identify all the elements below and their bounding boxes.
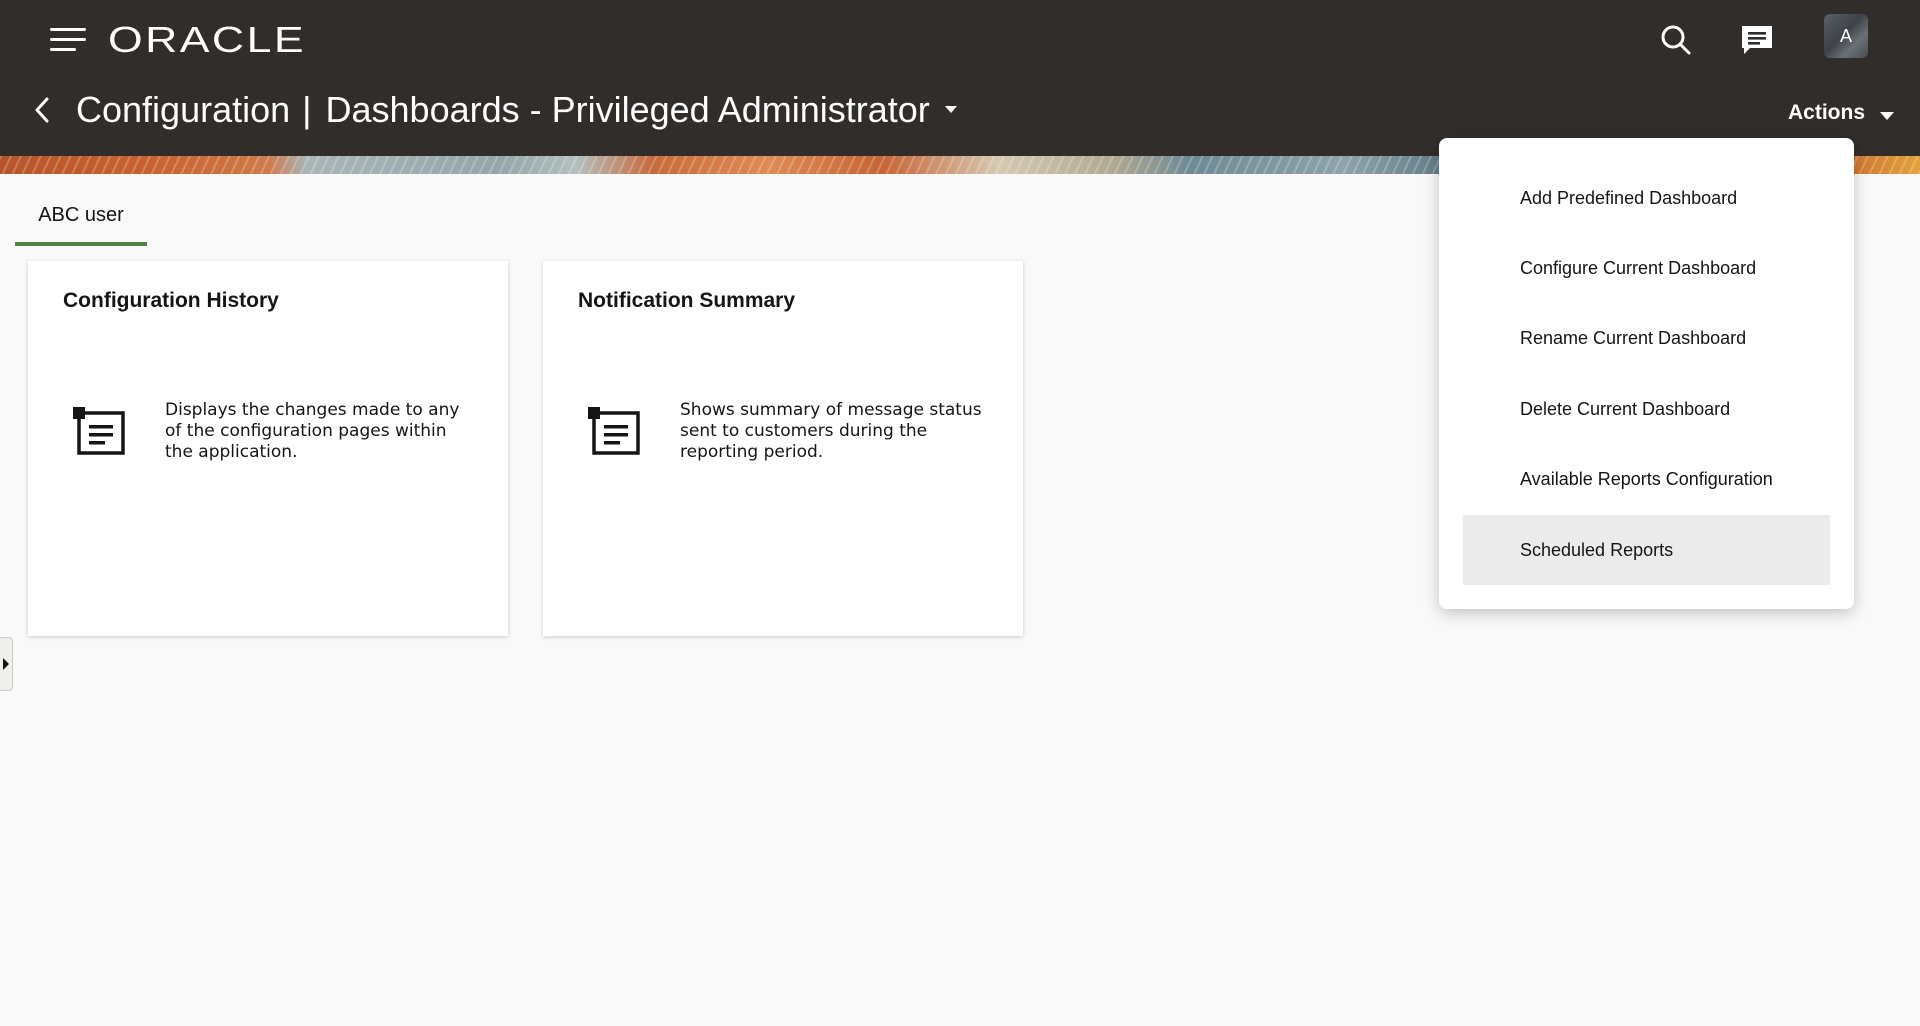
back-button[interactable] — [24, 90, 60, 130]
card-description: Shows summary of message status sent to … — [680, 400, 982, 462]
dashboard-selector-label[interactable]: Dashboards - Privileged Administrator — [326, 88, 930, 132]
caret-down-icon — [1880, 112, 1895, 120]
card-title: Configuration History — [63, 289, 279, 312]
side-panel-toggle[interactable] — [0, 637, 13, 691]
actions-menu-button[interactable]: Actions — [1788, 98, 1895, 128]
dashboard-card-configuration-history[interactable]: Configuration History Displays the chang… — [28, 261, 508, 636]
hamburger-menu-button[interactable] — [44, 22, 92, 62]
messages-button[interactable] — [1733, 16, 1781, 64]
menu-item-scheduled-reports[interactable]: Scheduled Reports — [1463, 515, 1830, 585]
page-title-section: Configuration — [76, 89, 291, 130]
caret-down-icon[interactable] — [944, 105, 958, 115]
avatar-initial: A — [1839, 25, 1852, 46]
caret-right-icon — [3, 658, 9, 670]
user-avatar[interactable]: A — [1824, 14, 1868, 58]
tab-label: ABC user — [38, 204, 124, 226]
tab-abc-user[interactable]: ABC user — [15, 196, 147, 246]
menu-item-configure-current-dashboard[interactable]: Configure Current Dashboard — [1463, 233, 1830, 303]
chat-icon — [1742, 26, 1772, 54]
search-icon — [1661, 25, 1691, 55]
hamburger-icon-line — [50, 48, 76, 51]
page-title: Configuration | Dashboards - Privileged … — [76, 88, 958, 132]
app-header: ORACLE A Configuration | Dashboards - Pr… — [0, 0, 1920, 156]
page-title-separator: | — [302, 89, 312, 130]
dashboard-card-notification-summary[interactable]: Notification Summary Shows summary of me… — [543, 261, 1023, 636]
chevron-left-icon — [35, 97, 49, 123]
search-button[interactable] — [1652, 16, 1700, 64]
hamburger-icon-line — [50, 38, 86, 41]
actions-dropdown-menu: Add Predefined Dashboard Configure Curre… — [1439, 138, 1854, 609]
menu-item-add-predefined-dashboard[interactable]: Add Predefined Dashboard — [1463, 163, 1830, 233]
report-icon — [73, 407, 125, 455]
oracle-logo-text: ORACLE — [108, 19, 306, 58]
actions-label: Actions — [1788, 101, 1866, 124]
menu-item-available-reports-configuration[interactable]: Available Reports Configuration — [1463, 444, 1830, 514]
hamburger-icon — [50, 28, 86, 31]
report-icon — [588, 407, 640, 455]
oracle-logo: ORACLE — [108, 19, 306, 58]
menu-item-delete-current-dashboard[interactable]: Delete Current Dashboard — [1463, 374, 1830, 444]
card-description: Displays the changes made to any of the … — [165, 400, 460, 462]
card-title: Notification Summary — [578, 289, 796, 312]
menu-item-rename-current-dashboard[interactable]: Rename Current Dashboard — [1463, 303, 1830, 373]
